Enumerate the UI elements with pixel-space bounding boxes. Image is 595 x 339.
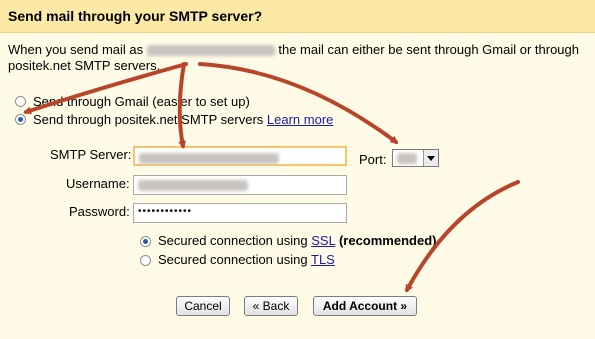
smtp-server-input[interactable] — [133, 146, 347, 166]
tls-option-text: Secured connection using — [158, 252, 308, 267]
description-suffix: the mail can either be sent through Gmai… — [278, 42, 579, 57]
chevron-down-icon[interactable] — [423, 150, 438, 166]
redacted-username — [138, 180, 248, 192]
redacted-email — [146, 45, 275, 57]
dialog-title: Send mail through your SMTP server? — [8, 8, 263, 24]
password-input[interactable]: •••••••••••• — [133, 203, 347, 223]
add-account-button[interactable]: Add Account » — [313, 296, 417, 316]
smtp-server-label: SMTP Server: — [50, 147, 132, 162]
port-select[interactable] — [392, 149, 439, 167]
redacted-server — [139, 153, 279, 165]
back-button[interactable]: « Back — [244, 296, 298, 316]
description-prefix: When you send mail as — [8, 42, 144, 57]
dialog-header: Send mail through your SMTP server? — [0, 0, 595, 32]
ssl-radio[interactable] — [140, 236, 151, 247]
ssl-option-text: Secured connection using — [158, 233, 308, 248]
tls-option[interactable]: Secured connection using TLS — [158, 252, 335, 267]
tls-link[interactable]: TLS — [311, 252, 335, 267]
port-label: Port: — [359, 152, 387, 167]
gmail-option-label[interactable]: Send through Gmail (easier to set up) — [33, 94, 250, 109]
cancel-button[interactable]: Cancel — [176, 296, 230, 316]
tls-radio[interactable] — [140, 255, 151, 266]
description: When you send mail as the mail can eithe… — [8, 42, 588, 74]
ssl-option[interactable]: Secured connection using SSL (recommende… — [158, 233, 436, 248]
header-divider — [0, 32, 595, 33]
learn-more-link[interactable]: Learn more — [267, 112, 333, 127]
ssl-link[interactable]: SSL — [311, 233, 335, 248]
password-label: Password: — [69, 204, 130, 219]
smtp-option-label[interactable]: Send through positek.net SMTP servers Le… — [33, 112, 333, 127]
username-label: Username: — [66, 176, 130, 191]
redacted-port — [397, 153, 417, 164]
description-line2: positek.net SMTP servers. — [8, 58, 161, 73]
smtp-radio[interactable] — [15, 114, 26, 125]
smtp-option-text: Send through positek.net SMTP servers — [33, 112, 264, 127]
gmail-radio[interactable] — [15, 96, 26, 107]
recommended-text: (recommended) — [338, 233, 437, 248]
username-input[interactable] — [133, 175, 347, 195]
